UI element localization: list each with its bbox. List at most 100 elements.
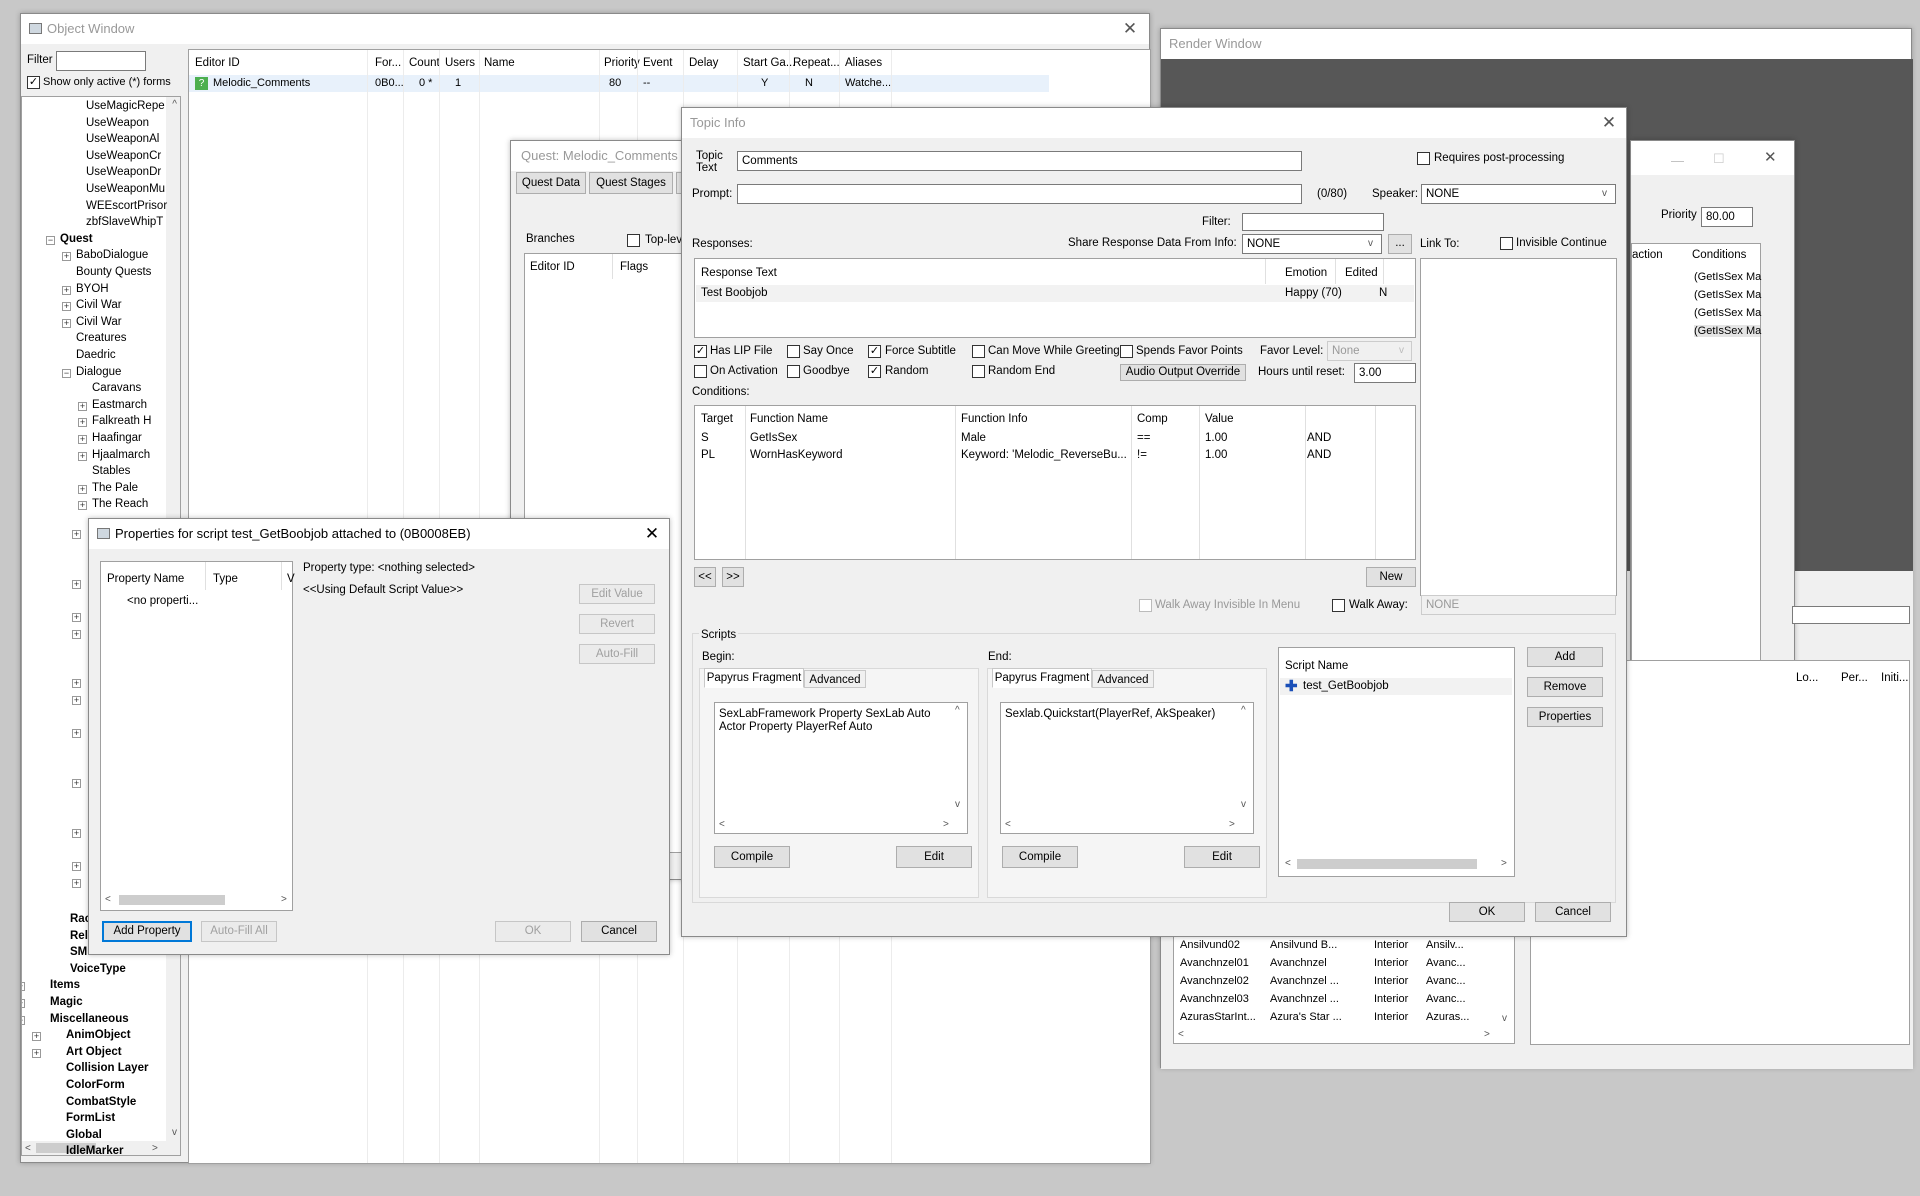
tree-expand-icon[interactable]: +: [32, 1048, 41, 1058]
say-once-checkbox[interactable]: [787, 345, 800, 358]
list-cell[interactable]: Avanchnzel: [1270, 957, 1327, 969]
chevron-down-icon[interactable]: v: [1368, 238, 1373, 249]
scroll-right-icon[interactable]: >: [943, 819, 949, 830]
tree-node[interactable]: Bounty Quests: [76, 266, 151, 278]
random-checkbox[interactable]: ✓: [868, 365, 881, 378]
column-header[interactable]: Priority: [604, 57, 640, 69]
condition-cell[interactable]: (GetIsSex Ma: [1694, 325, 1761, 337]
tree-expand-icon[interactable]: +: [22, 982, 25, 992]
tree-node[interactable]: Collision Layer: [66, 1062, 148, 1074]
scroll-down-icon[interactable]: v: [955, 799, 960, 810]
tree-node[interactable]: Creatures: [76, 332, 127, 344]
list-cell[interactable]: Ansilvund02: [1180, 939, 1240, 951]
chevron-down-icon[interactable]: v: [1602, 188, 1607, 199]
tree-node[interactable]: Civil War: [76, 299, 122, 311]
tree-node[interactable]: FormList: [66, 1112, 115, 1124]
scroll-left-icon[interactable]: <: [1005, 819, 1011, 830]
tree-node[interactable]: Civil War: [76, 316, 122, 328]
scroll-left-icon[interactable]: <: [1178, 1029, 1184, 1040]
prompt-input[interactable]: [737, 184, 1302, 204]
column-header[interactable]: Users: [445, 57, 475, 69]
revert-button[interactable]: Revert: [579, 614, 655, 634]
share-browse-button[interactable]: ...: [1388, 234, 1412, 254]
tree-node[interactable]: Magic: [50, 996, 83, 1008]
edit-value-button[interactable]: Edit Value: [579, 584, 655, 604]
walk-away-checkbox[interactable]: [1332, 599, 1345, 612]
tab-end-papyrus[interactable]: Papyrus Fragment: [992, 668, 1092, 688]
tree-node[interactable]: Falkreath H: [92, 415, 151, 427]
next-condition-button[interactable]: >>: [722, 567, 744, 587]
tree-expand-icon[interactable]: +: [72, 629, 81, 639]
scroll-right-icon[interactable]: >: [281, 894, 287, 905]
tree-node[interactable]: UseWeaponMu: [86, 183, 165, 195]
list-cell[interactable]: Avanchnzel ...: [1270, 993, 1339, 1005]
column-header[interactable]: Value: [1205, 413, 1234, 425]
list-cell[interactable]: AzurasStarInt...: [1180, 1011, 1256, 1023]
column-header[interactable]: Count: [409, 57, 440, 69]
tree-expand-icon[interactable]: +: [72, 679, 81, 689]
properties-dialog-titlebar[interactable]: Properties for script test_GetBoobjob at…: [89, 519, 669, 549]
tree-expand-icon[interactable]: +: [72, 579, 81, 589]
object-window-titlebar[interactable]: Object Window ✕: [21, 14, 1149, 44]
column-header[interactable]: Event: [643, 57, 672, 69]
topic-text-input[interactable]: Comments: [737, 151, 1302, 171]
toplevel-checkbox[interactable]: [627, 234, 640, 247]
tree-node[interactable]: Dialogue: [76, 366, 121, 378]
tree-expand-icon[interactable]: −: [62, 368, 71, 378]
scroll-left-icon[interactable]: <: [25, 1143, 31, 1154]
tab-end-advanced[interactable]: Advanced: [1092, 670, 1154, 688]
tree-expand-icon[interactable]: +: [72, 878, 81, 888]
tree-expand-icon[interactable]: +: [72, 828, 81, 838]
tree-node[interactable]: CombatStyle: [66, 1096, 136, 1108]
ok-button[interactable]: OK: [495, 921, 571, 942]
ok-button[interactable]: OK: [1449, 902, 1525, 922]
walk-away-invisible-checkbox[interactable]: [1139, 599, 1152, 612]
tree-expand-icon[interactable]: +: [62, 252, 71, 262]
scroll-left-icon[interactable]: <: [1285, 858, 1291, 869]
add-property-button[interactable]: Add Property: [102, 921, 192, 942]
tree-expand-icon[interactable]: +: [78, 451, 87, 461]
tree-node[interactable]: zbfSlaveWhipT: [86, 216, 163, 228]
tree-expand-icon[interactable]: +: [78, 401, 87, 411]
column-header[interactable]: Flags: [620, 261, 648, 273]
list-cell[interactable]: Avanc...: [1426, 993, 1466, 1005]
list-cell[interactable]: Interior: [1374, 939, 1408, 951]
list-cell[interactable]: Avanc...: [1426, 975, 1466, 987]
can-move-checkbox[interactable]: [972, 345, 985, 358]
tab-begin-advanced[interactable]: Advanced: [804, 670, 866, 688]
list-cell[interactable]: Avanchnzel ...: [1270, 975, 1339, 987]
begin-code-editor[interactable]: SexLabFramework Property SexLab Auto Act…: [714, 702, 968, 834]
column-header[interactable]: Comp: [1137, 413, 1168, 425]
close-icon[interactable]: ✕: [1119, 18, 1141, 40]
list-cell[interactable]: Avanc...: [1426, 957, 1466, 969]
column-header[interactable]: Initi...: [1881, 672, 1908, 684]
tab-quest-stages[interactable]: Quest Stages: [589, 172, 673, 194]
column-header[interactable]: Property Name: [107, 573, 184, 585]
tree-node[interactable]: Global: [66, 1129, 102, 1141]
cancel-button[interactable]: Cancel: [1535, 902, 1611, 922]
auto-fill-button[interactable]: Auto-Fill: [579, 644, 655, 664]
scroll-down-icon[interactable]: v: [172, 1127, 177, 1138]
column-header[interactable]: Lo...: [1796, 672, 1818, 684]
list-cell[interactable]: Avanchnzel01: [1180, 957, 1249, 969]
spends-favor-checkbox[interactable]: [1120, 345, 1133, 358]
list-cell[interactable]: Interior: [1374, 993, 1408, 1005]
has-lip-checkbox[interactable]: ✓: [694, 345, 707, 358]
audio-override-button[interactable]: Audio Output Override: [1120, 364, 1246, 381]
auto-fill-all-button[interactable]: Auto-Fill All: [201, 921, 277, 942]
column-header[interactable]: Per...: [1841, 672, 1868, 684]
script-list-hscroll-thumb[interactable]: [1297, 859, 1477, 869]
list-cell[interactable]: Ansilv...: [1426, 939, 1464, 951]
tree-node[interactable]: UseMagicRepe: [86, 100, 165, 112]
new-condition-button[interactable]: New: [1366, 567, 1416, 587]
list-cell[interactable]: Interior: [1374, 957, 1408, 969]
tree-node[interactable]: Caravans: [92, 382, 141, 394]
column-header[interactable]: Function Info: [961, 413, 1027, 425]
tree-node[interactable]: UseWeaponAl: [86, 133, 159, 145]
on-activation-checkbox[interactable]: [694, 365, 707, 378]
tree-node[interactable]: The Reach: [92, 498, 148, 510]
walk-away-select[interactable]: NONE: [1421, 595, 1616, 615]
dialog-titlebar[interactable]: — ☐ ✕: [1631, 141, 1794, 175]
column-header[interactable]: Edited: [1345, 267, 1378, 279]
tree-node[interactable]: BaboDialogue: [76, 249, 148, 261]
